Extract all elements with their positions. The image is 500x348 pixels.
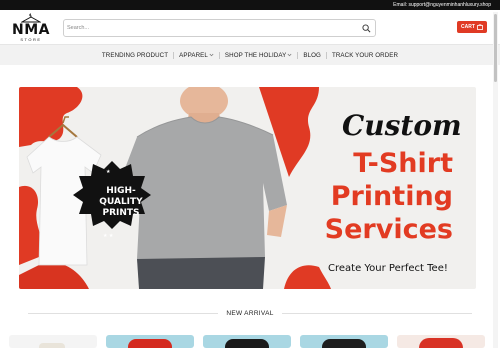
nav-label: APPAREL xyxy=(179,51,208,59)
cart-label: CART xyxy=(461,24,475,30)
product-card[interactable] xyxy=(106,335,194,348)
headline-line: Printing xyxy=(330,181,453,212)
search-input[interactable] xyxy=(67,21,357,35)
search-box xyxy=(63,19,376,37)
product-row xyxy=(9,335,491,348)
headline-line: Services xyxy=(324,214,453,245)
badge-line: PRINTS xyxy=(102,208,140,218)
product-card[interactable] xyxy=(300,335,388,348)
site-header: NMA STORE CART xyxy=(0,10,500,44)
nav-label: SHOP THE HOLIDAY xyxy=(224,51,287,59)
scrollbar-thumb[interactable] xyxy=(494,14,497,82)
hero-tagline: Create Your Perfect Tee! xyxy=(328,263,448,274)
product-card[interactable] xyxy=(9,335,97,348)
support-email[interactable]: Email: support@nguyenminhanhluxury.shop xyxy=(393,2,491,8)
nav-blog[interactable]: BLOG xyxy=(298,52,326,59)
star-icon: ★ ★ xyxy=(103,233,114,239)
nav-label: TRENDING PRODUCT xyxy=(101,51,169,59)
section-title: NEW ARRIVAL xyxy=(226,310,274,317)
hero-headline: T-Shirt Printing Services xyxy=(303,147,453,246)
nav-shop-the-holiday[interactable]: SHOP THE HOLIDAY xyxy=(220,52,297,59)
search-icon[interactable] xyxy=(362,24,371,33)
top-bar: Email: support@nguyenminhanhluxury.shop xyxy=(0,0,500,10)
new-arrival-heading: NEW ARRIVAL xyxy=(0,310,500,317)
badge-line: QUALITY xyxy=(99,197,143,207)
cart-icon xyxy=(477,24,483,30)
logo-name: NMA xyxy=(12,22,50,38)
store-logo[interactable]: NMA STORE xyxy=(7,13,55,43)
headline-line: T-Shirt xyxy=(353,148,453,179)
hero-banner[interactable]: ★ ★ ★ HIGH- QUALITY PRINTS Custom T-Shir… xyxy=(19,87,476,289)
chevron-down-icon xyxy=(209,53,214,57)
chevron-down-icon xyxy=(287,53,292,57)
divider xyxy=(281,313,472,314)
logo-subtitle: STORE xyxy=(20,37,42,42)
nav-apparel[interactable]: APPAREL xyxy=(174,52,219,59)
nav-trending-product[interactable]: TRENDING PRODUCT xyxy=(97,52,173,59)
star-icon: ★ xyxy=(106,169,111,175)
product-card[interactable] xyxy=(397,335,485,348)
nav-track-your-order[interactable]: TRACK YOUR ORDER xyxy=(327,52,403,59)
quality-badge: HIGH- QUALITY PRINTS xyxy=(85,186,157,219)
hero-custom-script: Custom xyxy=(342,109,462,142)
divider xyxy=(28,313,219,314)
nav-label: TRACK YOUR ORDER xyxy=(331,51,399,59)
product-card[interactable] xyxy=(203,335,291,348)
badge-line: HIGH- xyxy=(106,186,136,196)
page-scrollbar[interactable] xyxy=(493,12,498,348)
main-navigation: TRENDING PRODUCT APPAREL SHOP THE HOLIDA… xyxy=(0,44,500,65)
cart-button[interactable]: CART xyxy=(457,21,487,33)
nav-label: BLOG xyxy=(303,51,321,59)
